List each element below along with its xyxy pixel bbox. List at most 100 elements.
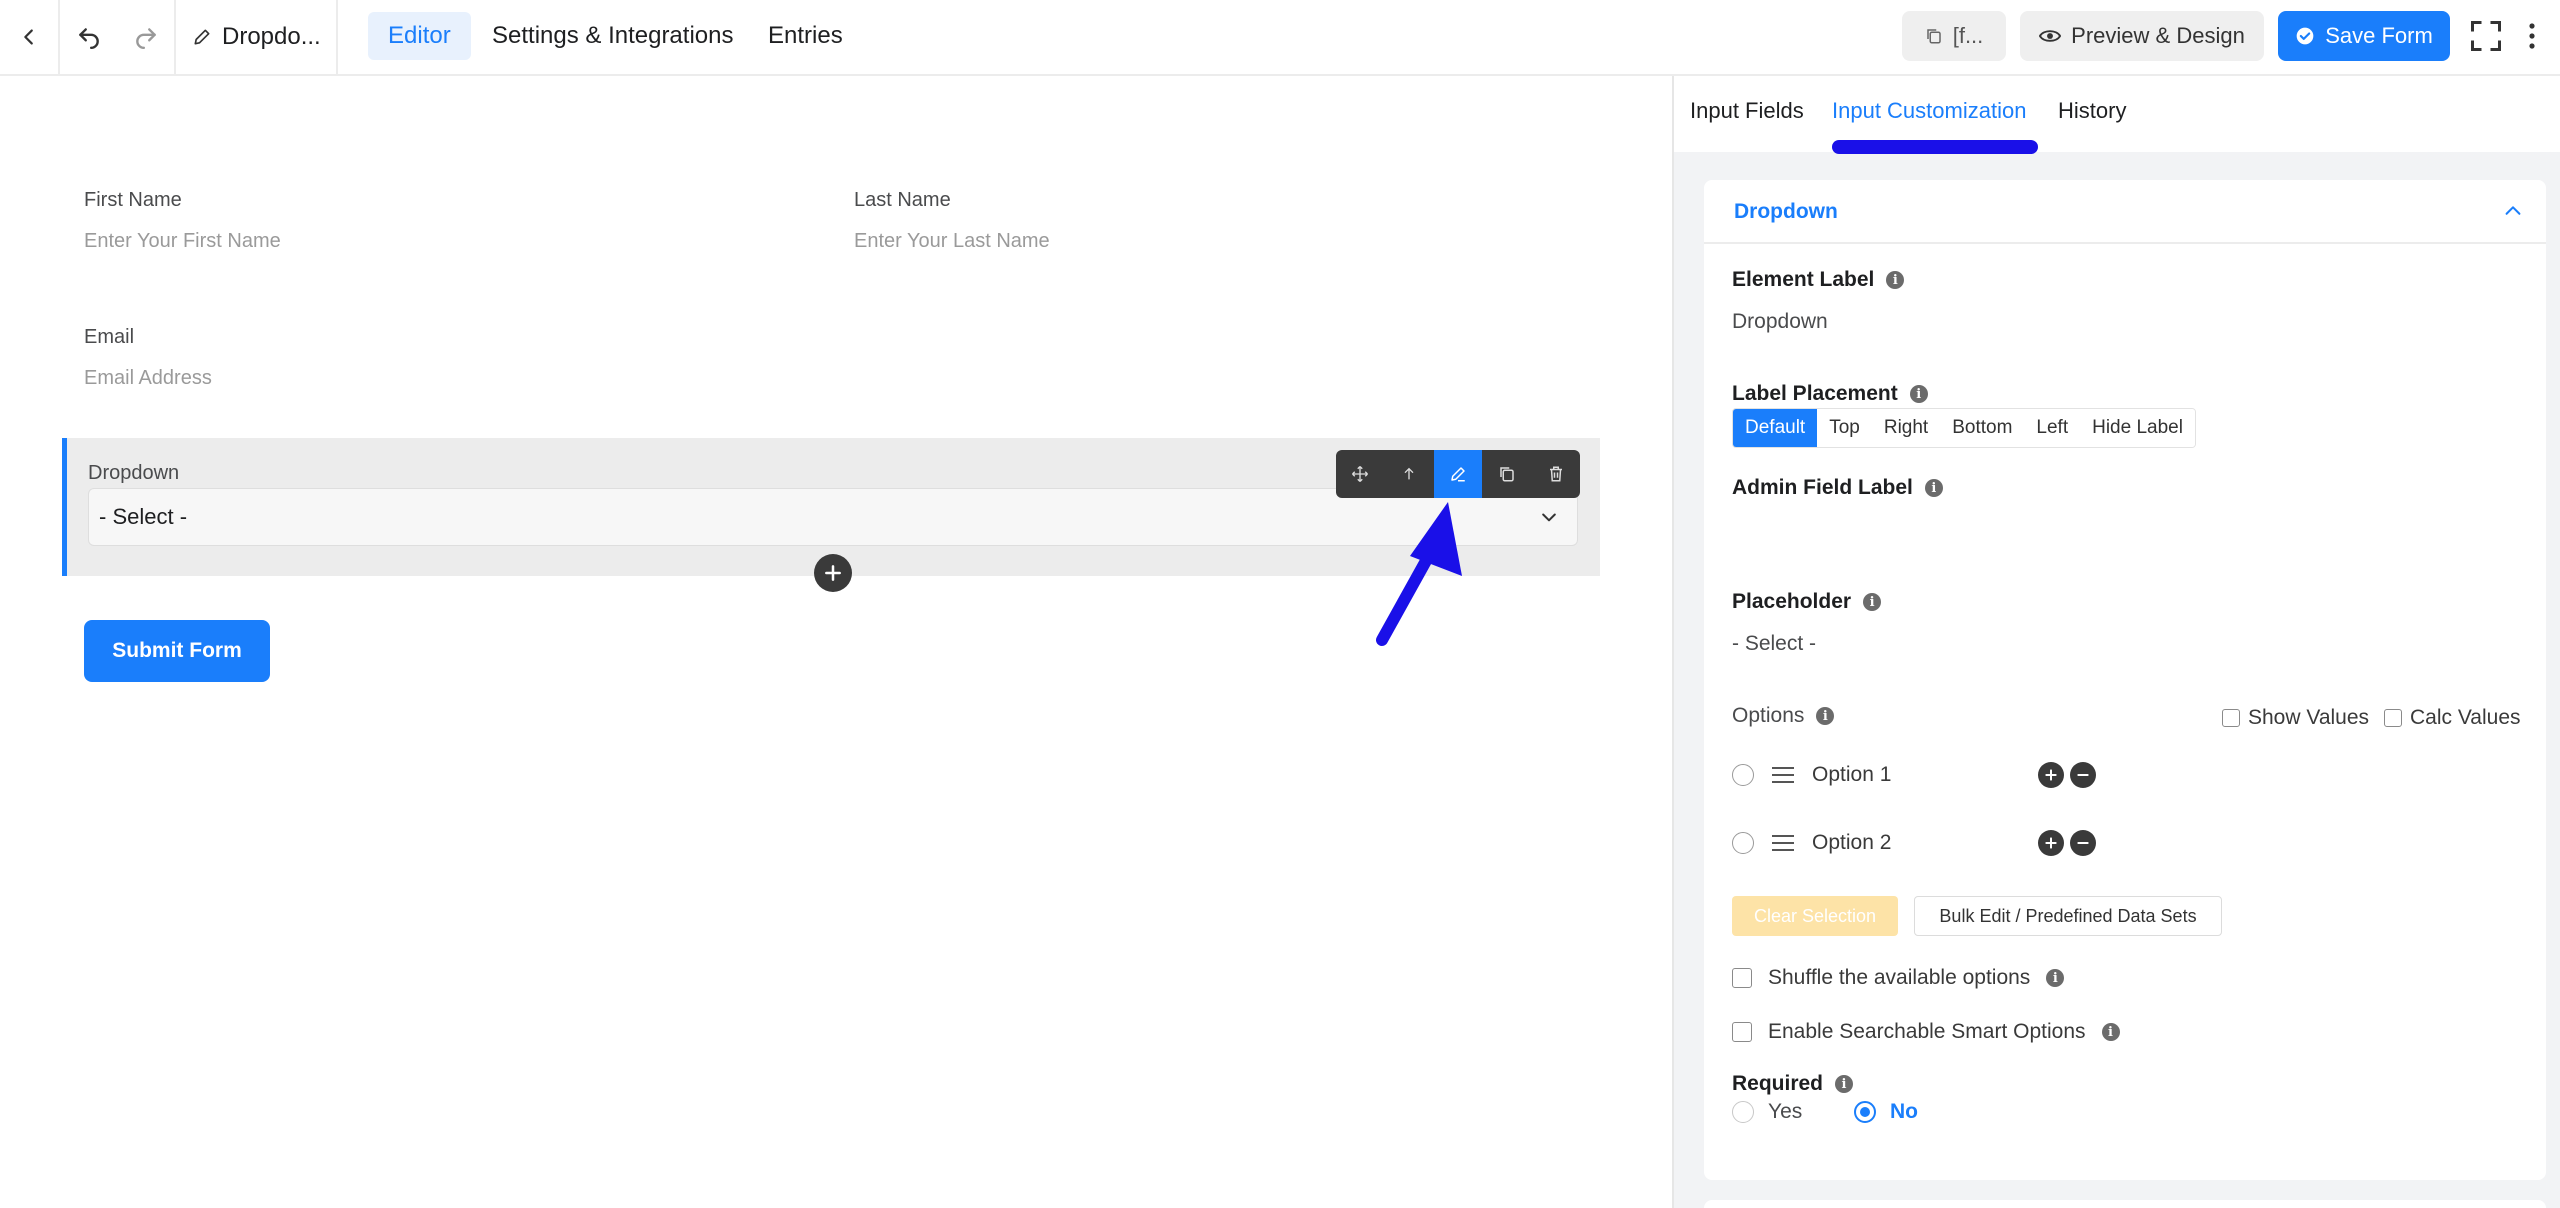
save-form-button[interactable]: Save Form — [2278, 11, 2450, 61]
option-label-input[interactable]: Option 1 — [1812, 763, 2038, 787]
placeholder-input[interactable]: - Select - — [1732, 632, 1816, 656]
placement-bottom-option[interactable]: Bottom — [1940, 409, 2025, 447]
fullscreen-button[interactable] — [2464, 11, 2508, 61]
check-circle-icon — [2296, 27, 2314, 45]
placement-left-option[interactable]: Left — [2024, 409, 2081, 447]
undo-icon — [79, 28, 99, 50]
more-menu-button[interactable] — [2516, 11, 2548, 61]
chevron-left-icon — [24, 29, 33, 45]
shuffle-options-checkbox[interactable]: Shuffle the available options i — [1732, 966, 2065, 990]
preview-design-button[interactable]: Preview & Design — [2020, 11, 2264, 61]
move-field-button[interactable] — [1336, 450, 1385, 498]
add-option-button[interactable] — [2038, 830, 2064, 856]
info-icon[interactable]: i — [1924, 479, 1943, 497]
move-up-button[interactable] — [1385, 450, 1434, 498]
info-icon[interactable]: i — [1863, 593, 1882, 611]
duplicate-field-button[interactable] — [1482, 450, 1531, 498]
placement-hide-label-option[interactable]: Hide Label — [2080, 409, 2195, 447]
section-header[interactable]: Dropdown — [1704, 180, 2546, 244]
add-option-button[interactable] — [2038, 762, 2064, 788]
delete-field-button[interactable] — [1531, 450, 1580, 498]
plus-icon — [2045, 837, 2057, 849]
placeholder-title: Placeholder — [1732, 590, 1852, 613]
remove-option-button[interactable] — [2070, 830, 2096, 856]
searchable-options-checkbox[interactable]: Enable Searchable Smart Options i — [1732, 1020, 2120, 1044]
admin-field-label-input[interactable] — [1732, 516, 2512, 556]
required-yes-label: Yes — [1768, 1100, 1803, 1123]
first-name-label: First Name — [84, 189, 182, 211]
tab-input-customization[interactable]: Input Customization — [1832, 98, 2026, 124]
email-input[interactable]: Email Address — [84, 367, 212, 390]
element-label-title: Element Label — [1732, 268, 1875, 291]
minus-icon — [2077, 842, 2089, 844]
required-title: Required — [1732, 1072, 1824, 1095]
form-title[interactable]: Dropdo... — [176, 0, 338, 74]
top-bar: Dropdo... Editor Settings & Integrations… — [0, 0, 2560, 76]
bulk-edit-button[interactable]: Bulk Edit / Predefined Data Sets — [1914, 896, 2222, 936]
shortcode-button[interactable]: [f... — [1902, 11, 2006, 61]
redo-icon — [136, 28, 156, 50]
show-values-checkbox[interactable]: Show Values — [2222, 706, 2369, 730]
info-icon[interactable]: i — [1886, 271, 1905, 289]
next-settings-card — [1704, 1200, 2546, 1208]
info-icon[interactable]: i — [1816, 707, 1835, 725]
element-label-heading: Element Label i — [1732, 268, 1905, 292]
placement-top-option[interactable]: Top — [1817, 409, 1872, 447]
radio-circle[interactable] — [1732, 1101, 1754, 1123]
trash-icon — [1549, 466, 1562, 482]
admin-field-label-title: Admin Field Label — [1732, 476, 1913, 499]
dropdown-label: Dropdown — [88, 462, 180, 484]
redo-button[interactable] — [118, 0, 176, 74]
fullscreen-icon — [2471, 21, 2501, 51]
checkbox-box[interactable] — [2384, 709, 2402, 727]
tab-settings-integrations[interactable]: Settings & Integrations — [472, 12, 753, 60]
info-icon[interactable]: i — [2101, 1023, 2120, 1041]
tab-history[interactable]: History — [2058, 98, 2126, 124]
radio-circle[interactable] — [1854, 1101, 1876, 1123]
info-icon[interactable]: i — [2046, 969, 2065, 987]
drag-handle-icon[interactable] — [1772, 767, 1794, 783]
last-name-input[interactable]: Enter Your Last Name — [854, 230, 1050, 253]
pencil-icon — [1451, 467, 1465, 482]
label-placement-heading: Label Placement i — [1732, 382, 1928, 406]
default-option-radio[interactable] — [1732, 832, 1754, 854]
tab-input-fields[interactable]: Input Fields — [1690, 98, 1804, 124]
dropdown-selected-value: - Select - — [99, 504, 188, 529]
copy-icon — [1926, 29, 1941, 44]
option-row: Option 1 — [1732, 760, 2102, 790]
required-no-radio[interactable]: No — [1854, 1100, 1918, 1124]
undo-button[interactable] — [60, 0, 118, 74]
placement-default-option[interactable]: Default — [1733, 409, 1818, 447]
info-icon[interactable]: i — [1835, 1075, 1854, 1093]
chevron-up-icon[interactable] — [2502, 200, 2524, 222]
tab-editor[interactable]: Editor — [368, 12, 471, 60]
submit-form-button[interactable]: Submit Form — [84, 620, 270, 682]
edit-field-button[interactable] — [1433, 450, 1483, 498]
remove-option-button[interactable] — [2070, 762, 2096, 788]
settings-panel: Input Fields Input Customization History… — [1672, 76, 2560, 1208]
options-title: Options — [1732, 704, 1805, 727]
eye-icon — [2039, 30, 2062, 42]
default-option-radio[interactable] — [1732, 764, 1754, 786]
label-placement-options: Default Top Right Bottom Left Hide Label — [1732, 408, 2196, 448]
first-name-input[interactable]: Enter Your First Name — [84, 230, 281, 253]
tab-entries[interactable]: Entries — [748, 12, 863, 60]
last-name-label: Last Name — [854, 189, 951, 211]
required-yes-radio[interactable]: Yes — [1732, 1100, 1802, 1124]
calc-values-checkbox[interactable]: Calc Values — [2384, 706, 2521, 730]
checkbox-box[interactable] — [2222, 709, 2240, 727]
add-field-button[interactable] — [814, 554, 852, 592]
drag-handle-icon[interactable] — [1772, 835, 1794, 851]
show-values-label: Show Values — [2248, 706, 2370, 729]
back-button[interactable] — [0, 0, 60, 74]
searchable-options-label: Enable Searchable Smart Options — [1768, 1020, 2086, 1043]
checkbox-box[interactable] — [1732, 968, 1752, 988]
panel-tabs: Input Fields Input Customization History — [1674, 76, 2560, 154]
placement-right-option[interactable]: Right — [1871, 409, 1941, 447]
option-label-input[interactable]: Option 2 — [1812, 831, 2038, 855]
info-icon[interactable]: i — [1909, 385, 1928, 403]
clear-selection-button[interactable]: Clear Selection — [1732, 896, 1898, 936]
required-no-label: No — [1890, 1100, 1918, 1123]
checkbox-box[interactable] — [1732, 1022, 1752, 1042]
element-label-input[interactable]: Dropdown — [1732, 310, 1828, 334]
